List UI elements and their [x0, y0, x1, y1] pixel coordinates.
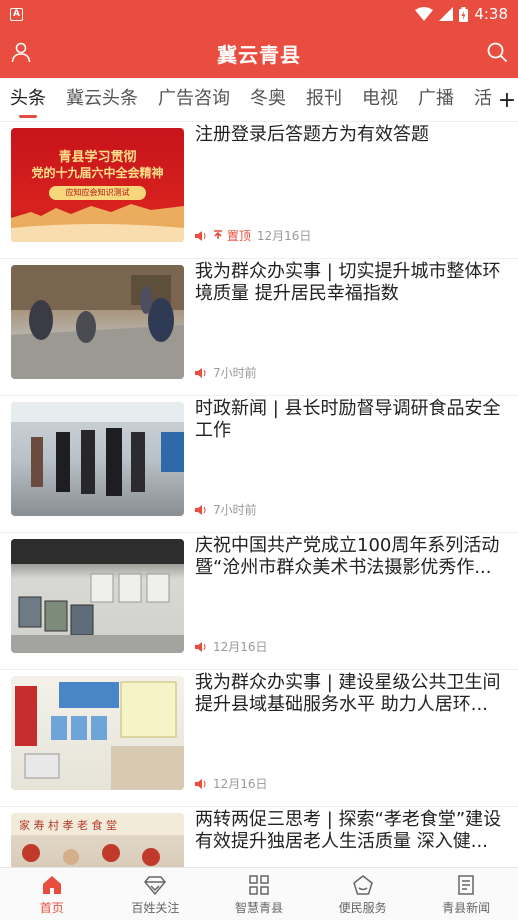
article-title[interactable]: 庆祝中国共产党成立100周年系列活动暨“沧州市群众美术书法摄影优秀作...	[195, 535, 510, 579]
article-meta: 置顶 12月16日	[195, 227, 311, 244]
nav-home-label: 首页	[39, 900, 64, 915]
tab-winter-olympics[interactable]: 冬奥	[240, 78, 296, 121]
article-title[interactable]: 我为群众办实事 | 建设星级公共卫生间 提升县域基础服务水平 助力人居环...	[195, 672, 510, 716]
article-meta: 7小时前	[195, 501, 257, 518]
bottom-navigation: 首页 百姓关注 智慧青县 便民服务 青县新闻	[0, 867, 518, 920]
officials-inspection-photo	[11, 402, 184, 496]
nav-smart-qingxian-label: 智慧青县	[234, 900, 283, 915]
tab-radio[interactable]: 广播	[408, 78, 464, 121]
pin-label: 置顶	[226, 229, 251, 243]
diamond-icon	[144, 875, 167, 895]
article-item[interactable]: 家 寿 村 孝 老 食 堂 两转两促三思考 | 探索“孝老食堂”建设 有效提升独…	[0, 807, 518, 867]
nav-qingxian-news[interactable]: 青县新闻	[414, 868, 518, 920]
article-thumbnail	[11, 265, 184, 379]
wifi-icon	[415, 7, 434, 21]
nav-home[interactable]: 首页	[0, 868, 104, 920]
app-header: 冀云青县	[0, 28, 518, 78]
tab-newspaper[interactable]: 报刊	[296, 78, 352, 121]
article-item[interactable]: 庆祝中国共产党成立100周年系列活动暨“沧州市群众美术书法摄影优秀作... 12…	[0, 533, 518, 670]
article-meta: 12月16日	[195, 775, 268, 792]
nav-convenience-service[interactable]: 便民服务	[311, 868, 415, 920]
article-time: 12月16日	[213, 777, 268, 791]
article-thumbnail: 青县学习贯彻 党的十九届六中全会精神 应知应会知识测试	[11, 128, 184, 242]
category-tabs: 头条 冀云头条 广告咨询 冬奥 报刊 电视 广播 活 +	[0, 78, 518, 122]
article-time: 12月16日	[213, 640, 268, 654]
elderly-canteen-photo: 家 寿 村 孝 老 食 堂	[11, 813, 184, 866]
speaker-icon[interactable]	[195, 504, 207, 515]
thumb-line-2: 党的十九届六中全会精神	[31, 166, 164, 180]
article-time: 12月16日	[256, 229, 312, 243]
search-icon[interactable]	[486, 41, 508, 63]
article-time: 7小时前	[213, 503, 257, 517]
speaker-icon[interactable]	[195, 230, 207, 241]
pin-icon	[214, 230, 222, 239]
article-meta: 7小时前	[195, 364, 257, 381]
signal-icon	[439, 7, 454, 21]
article-meta: 12月16日	[195, 638, 268, 655]
speaker-icon[interactable]	[195, 367, 207, 378]
tab-ad-consulting[interactable]: 广告咨询	[148, 78, 240, 121]
article-title[interactable]: 注册登录后答题方为有效答题	[195, 124, 510, 146]
pentagon-icon	[352, 874, 373, 895]
article-list: 青县学习贯彻 党的十九届六中全会精神 应知应会知识测试 注册登录后答题方为有效答…	[0, 122, 518, 867]
battery-icon	[459, 6, 469, 22]
clock: 4:38	[474, 5, 508, 23]
article-time: 7小时前	[213, 366, 257, 380]
user-icon[interactable]	[10, 41, 32, 63]
thumb-line-1: 青县学习贯彻	[58, 150, 137, 165]
article-item[interactable]: 我为群众办实事 | 切实提升城市整体环境质量 提升居民幸福指数 7小时前	[0, 259, 518, 396]
pin-badge: 置顶	[213, 227, 251, 244]
nav-convenience-service-label: 便民服务	[338, 900, 387, 915]
speaker-icon[interactable]	[195, 641, 207, 652]
status-bar: A 4:38	[0, 0, 518, 28]
grid-icon	[249, 874, 269, 895]
art-exhibition-photo	[11, 539, 184, 653]
app-notification-icon: A	[10, 7, 23, 21]
tab-jiyun-headlines[interactable]: 冀云头条	[56, 78, 148, 121]
article-thumbnail: 家 寿 村 孝 老 食 堂	[11, 813, 184, 867]
speaker-icon[interactable]	[195, 778, 207, 789]
article-thumbnail	[11, 676, 184, 790]
article-thumbnail	[11, 402, 184, 516]
tab-tv[interactable]: 电视	[352, 78, 408, 121]
article-title[interactable]: 时政新闻 | 县长时励督导调研食品安全工作	[195, 398, 510, 442]
street-workers-photo	[11, 265, 184, 379]
svg-text:家 寿 村 孝 老 食 堂: 家 寿 村 孝 老 食 堂	[19, 818, 117, 832]
tab-headlines[interactable]: 头条	[0, 78, 56, 121]
home-icon	[42, 875, 61, 894]
article-item[interactable]: 我为群众办实事 | 建设星级公共卫生间 提升县域基础服务水平 助力人居环... …	[0, 670, 518, 807]
nav-qingxian-news-label: 青县新闻	[442, 900, 491, 915]
nav-public-concern[interactable]: 百姓关注	[104, 868, 208, 920]
app-title: 冀云青县	[217, 42, 301, 67]
nav-public-concern-label: 百姓关注	[131, 900, 180, 915]
document-icon	[458, 874, 474, 895]
article-title[interactable]: 两转两促三思考 | 探索“孝老食堂”建设 有效提升独居老人生活质量 深入健...	[195, 809, 510, 853]
add-channel-button[interactable]: +	[496, 78, 518, 121]
public-restroom-photo	[15, 681, 184, 790]
thumb-line-3: 应知应会知识测试	[49, 186, 146, 200]
article-thumbnail	[11, 539, 184, 653]
article-title[interactable]: 我为群众办实事 | 切实提升城市整体环境质量 提升居民幸福指数	[195, 261, 510, 305]
article-item[interactable]: 时政新闻 | 县长时励督导调研食品安全工作 7小时前	[0, 396, 518, 533]
article-item[interactable]: 青县学习贯彻 党的十九届六中全会精神 应知应会知识测试 注册登录后答题方为有效答…	[0, 122, 518, 259]
nav-smart-qingxian[interactable]: 智慧青县	[207, 868, 311, 920]
